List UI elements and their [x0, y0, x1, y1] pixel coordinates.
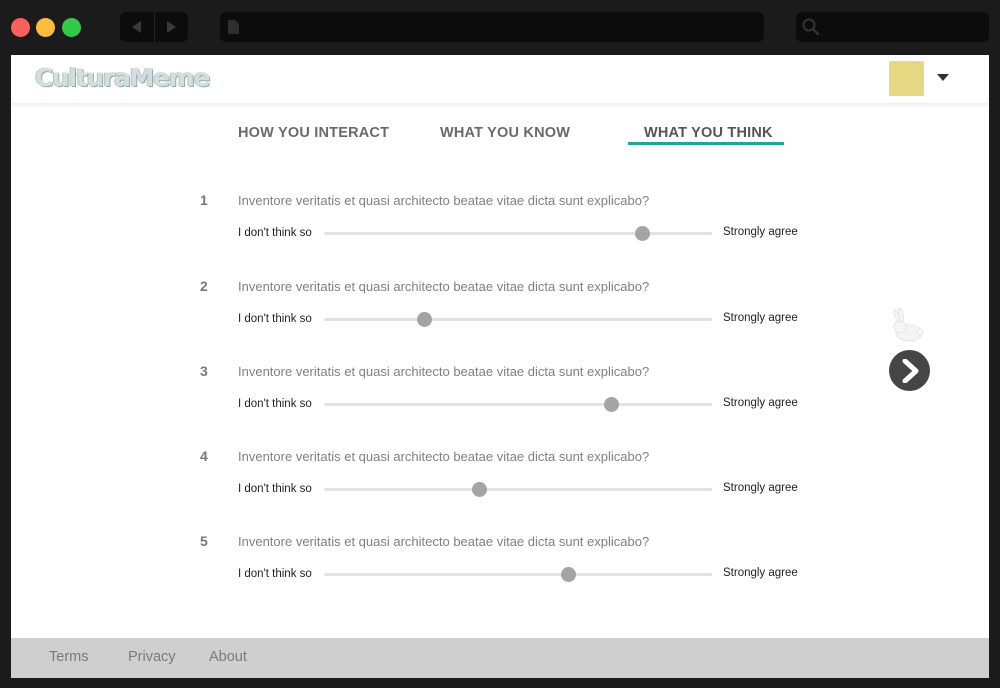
- footer-link-about[interactable]: About: [209, 649, 247, 665]
- scale-max-label: Strongly agree: [723, 226, 798, 238]
- question-text: Inventore veritatis et quasi architecto …: [238, 534, 650, 549]
- next-button[interactable]: [889, 350, 930, 391]
- question-item: 3 Inventore veritatis et quasi architect…: [11, 363, 989, 423]
- question-number: 3: [200, 363, 208, 379]
- question-text: Inventore veritatis et quasi architecto …: [238, 193, 650, 208]
- question-number: 2: [200, 278, 208, 294]
- maximize-window-button[interactable]: [62, 18, 81, 37]
- question-number: 5: [200, 533, 208, 549]
- scale-min-label: I don't think so: [238, 398, 312, 410]
- active-tab-indicator: [628, 142, 784, 145]
- scale-min-label: I don't think so: [238, 483, 312, 495]
- slider-handle[interactable]: [560, 567, 576, 582]
- question-item: 1 Inventore veritatis et quasi architect…: [11, 192, 989, 252]
- agreement-slider[interactable]: [324, 312, 712, 327]
- scale-max-label: Strongly agree: [723, 567, 798, 579]
- question-number: 4: [200, 448, 208, 464]
- forward-button[interactable]: [153, 12, 189, 42]
- footer: Terms Privacy About: [11, 638, 989, 678]
- scale-max-label: Strongly agree: [723, 312, 798, 324]
- chevron-down-icon[interactable]: [937, 74, 949, 81]
- back-button[interactable]: [120, 12, 154, 42]
- back-arrow-icon: [131, 21, 141, 33]
- question-item: 2 Inventore veritatis et quasi architect…: [11, 278, 989, 338]
- question-item: 5 Inventore veritatis et quasi architect…: [11, 533, 989, 593]
- footer-link-terms[interactable]: Terms: [49, 649, 88, 665]
- scale-min-label: I don't think so: [238, 568, 312, 580]
- slider-handle[interactable]: [634, 226, 650, 241]
- scale-max-label: Strongly agree: [723, 397, 798, 409]
- footer-link-privacy[interactable]: Privacy: [128, 649, 176, 665]
- question-text: Inventore veritatis et quasi architecto …: [238, 449, 650, 464]
- app-header: CulturaMeme: [11, 55, 989, 103]
- browser-chrome: [0, 0, 1000, 55]
- scale-max-label: Strongly agree: [723, 482, 798, 494]
- slider-handle[interactable]: [471, 482, 487, 497]
- page: CulturaMeme HOW YOU INTERACT WHAT YOU KN…: [11, 55, 989, 678]
- close-window-button[interactable]: [11, 18, 30, 37]
- question-number: 1: [200, 192, 208, 208]
- agreement-slider[interactable]: [324, 397, 712, 412]
- avatar[interactable]: [889, 61, 924, 96]
- question-item: 4 Inventore veritatis et quasi architect…: [11, 448, 989, 508]
- minimize-window-button[interactable]: [36, 18, 55, 37]
- agreement-slider[interactable]: [324, 567, 712, 582]
- chevron-right-icon: [902, 358, 918, 383]
- browser-nav-buttons: [120, 12, 188, 42]
- app-logo[interactable]: CulturaMeme: [35, 63, 211, 92]
- question-text: Inventore veritatis et quasi architecto …: [238, 364, 650, 379]
- slider-handle[interactable]: [603, 397, 619, 412]
- address-bar[interactable]: [220, 12, 764, 42]
- page-icon: [228, 20, 239, 34]
- browser-search-bar[interactable]: [796, 12, 989, 42]
- scale-min-label: I don't think so: [238, 313, 312, 325]
- agreement-slider[interactable]: [324, 482, 712, 497]
- search-icon: [802, 18, 820, 36]
- rabbit-icon: [893, 307, 924, 342]
- tab-how-you-interact[interactable]: HOW YOU INTERACT: [238, 125, 389, 141]
- tab-bar: HOW YOU INTERACT WHAT YOU KNOW WHAT YOU …: [11, 119, 989, 149]
- agreement-slider[interactable]: [324, 226, 712, 241]
- scale-min-label: I don't think so: [238, 227, 312, 239]
- slider-handle[interactable]: [417, 312, 433, 327]
- tab-what-you-know[interactable]: WHAT YOU KNOW: [440, 125, 570, 141]
- forward-arrow-icon: [167, 21, 177, 33]
- question-text: Inventore veritatis et quasi architecto …: [238, 279, 650, 294]
- tab-what-you-think[interactable]: WHAT YOU THINK: [644, 125, 773, 141]
